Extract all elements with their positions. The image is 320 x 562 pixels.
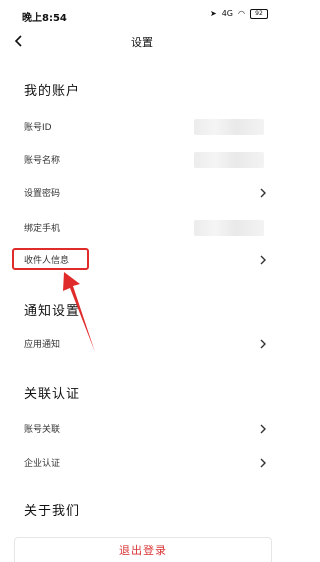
annotation-arrow (63, 272, 95, 352)
logout-button[interactable]: 退出登录 (14, 537, 272, 562)
logout-label: 退出登录 (119, 544, 167, 557)
